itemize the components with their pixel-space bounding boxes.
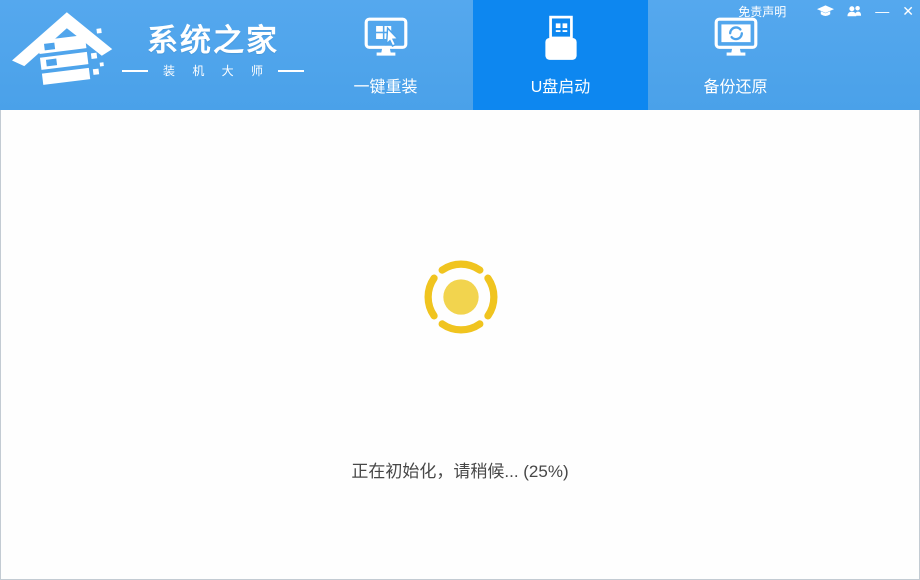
- loading-spinner-icon: [418, 254, 504, 340]
- subtitle-left-line: [122, 70, 148, 72]
- brand-name: 系统之家: [147, 23, 279, 59]
- main-content: 正在初始化，请稍候... (25%): [0, 110, 920, 580]
- brand-subtitle-row: 装 机 大 师: [122, 62, 304, 79]
- close-button[interactable]: ✕: [902, 2, 914, 20]
- tab-one-click-reinstall[interactable]: 一键重装: [298, 0, 473, 110]
- logo-house-icon: [12, 6, 116, 96]
- users-group-icon[interactable]: [847, 2, 862, 20]
- brand-text: 系统之家 装 机 大 师: [122, 23, 304, 80]
- disclaimer-link[interactable]: 免责声明: [738, 3, 786, 20]
- usb-drive-icon: [536, 9, 586, 69]
- status-message: 正在初始化，请稍候... (25%): [1, 457, 919, 482]
- tutorial-cap-icon[interactable]: [817, 2, 834, 20]
- brand-subtitle: 装 机 大 师: [163, 62, 270, 79]
- minimize-button[interactable]: —: [875, 2, 889, 20]
- header-bar: 系统之家 装 机 大 师: [0, 0, 920, 110]
- tab-label: 备份还原: [703, 73, 767, 97]
- tab-label: 一键重装: [353, 73, 417, 97]
- brand-area: 系统之家 装 机 大 师: [12, 6, 304, 96]
- tab-usb-boot[interactable]: U盘启动: [473, 0, 648, 110]
- app-window: 系统之家 装 机 大 师: [0, 0, 920, 580]
- tab-label: U盘启动: [531, 73, 591, 97]
- monitor-windows-icon: [361, 9, 411, 69]
- window-controls: 免责声明 — ✕: [738, 0, 914, 22]
